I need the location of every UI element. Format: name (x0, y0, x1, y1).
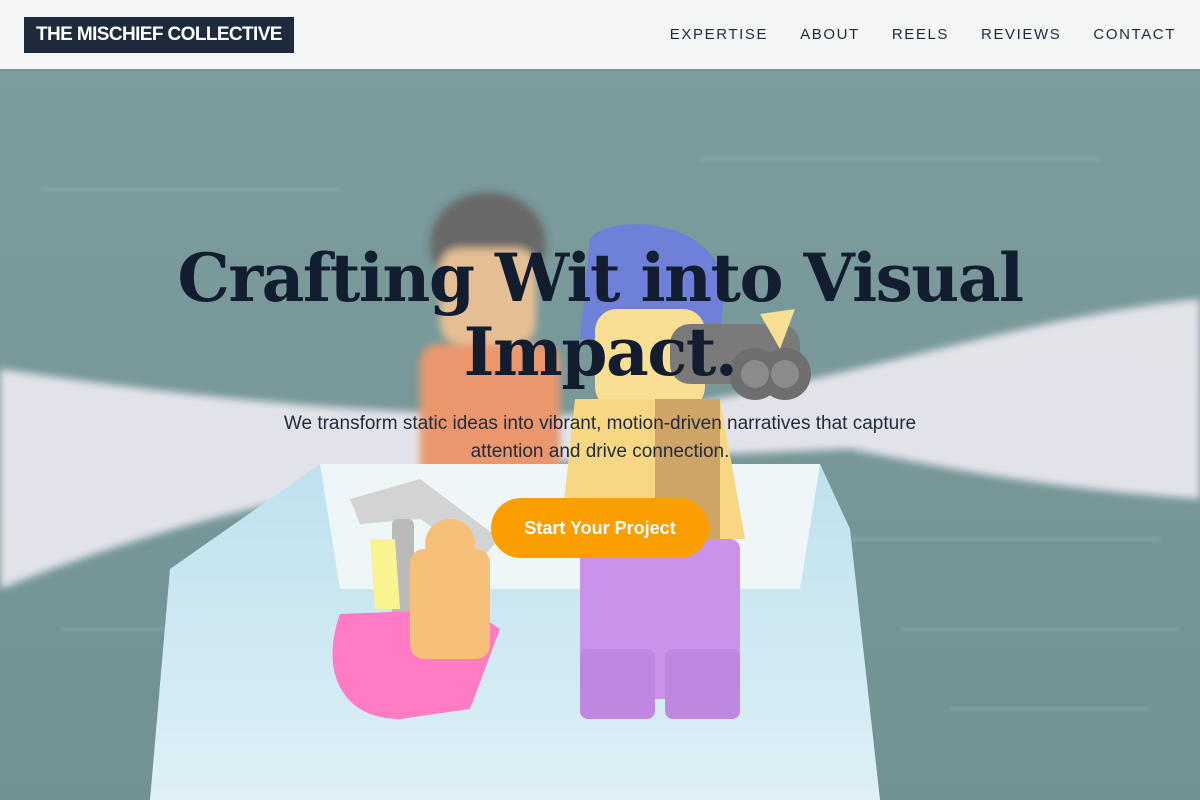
nav-link-reviews[interactable]: REVIEWS (981, 26, 1061, 43)
site-logo[interactable]: THE MISCHIEF COLLECTIVE (24, 16, 294, 53)
nav-link-about[interactable]: ABOUT (800, 26, 860, 43)
nav-link-expertise[interactable]: EXPERTISE (670, 26, 768, 43)
nav-link-reels[interactable]: REELS (892, 26, 949, 43)
hero-subtext: We transform static ideas into vibrant, … (283, 413, 917, 462)
hero-headline: Crafting Wit into Visual Impact. (177, 239, 1024, 391)
start-project-button[interactable]: Start Your Project (491, 498, 709, 558)
hero-section: Crafting Wit into Visual Impact. We tran… (0, 69, 1200, 800)
site-header: THE MISCHIEF COLLECTIVE EXPERTISE ABOUT … (0, 0, 1200, 69)
nav-link-contact[interactable]: CONTACT (1093, 26, 1176, 43)
main-nav: EXPERTISE ABOUT REELS REVIEWS CONTACT (638, 26, 1176, 43)
hero-content: Crafting Wit into Visual Impact. We tran… (0, 69, 1200, 800)
